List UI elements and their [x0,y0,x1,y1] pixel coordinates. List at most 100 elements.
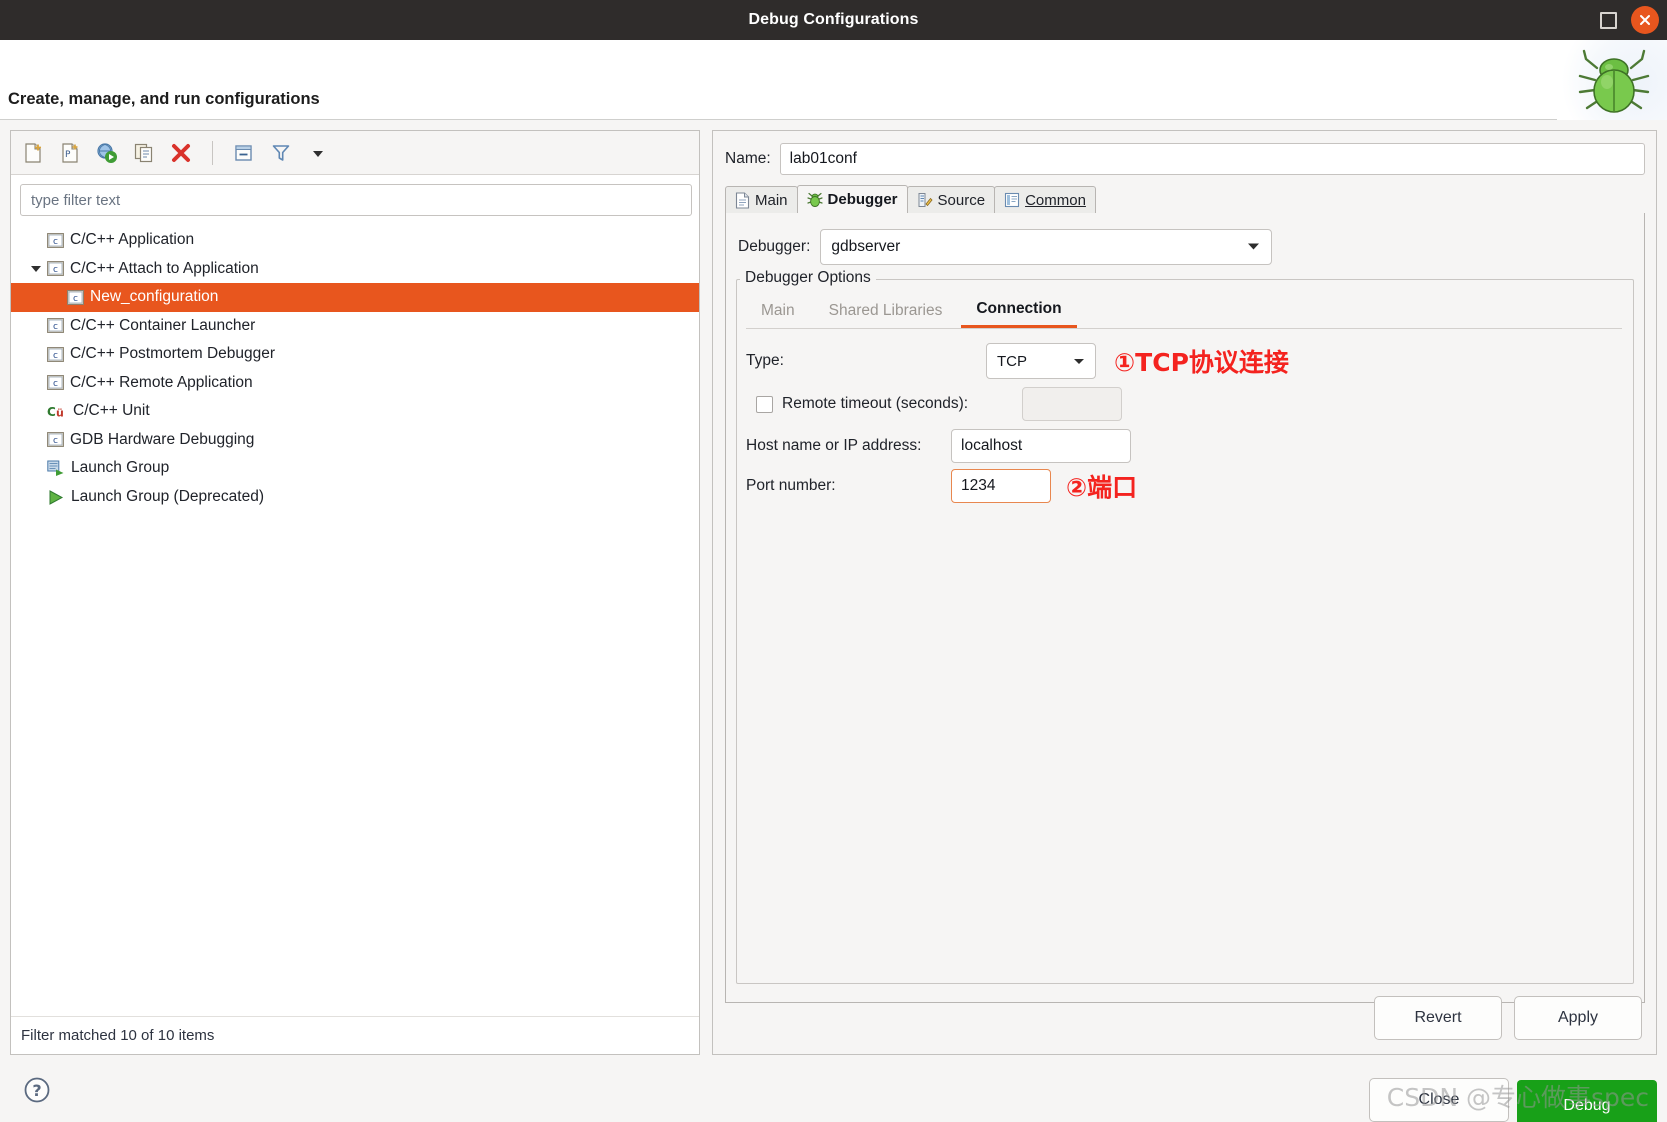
chevron-down-icon [1073,353,1085,370]
annotation-tcp: ①TCP协议连接 [1114,348,1289,377]
host-input[interactable] [951,429,1131,463]
dialog-content: P type filter text c C/C++ Application c… [0,121,1667,1061]
tab-common[interactable]: Common [994,186,1096,213]
debug-button[interactable]: Debug [1517,1080,1657,1122]
svg-text:P: P [65,150,71,160]
header-decoration [1557,40,1667,120]
common-icon [1005,192,1020,208]
tab-source[interactable]: Source [906,186,996,213]
inner-tab-shared-libraries-label: Shared Libraries [828,301,943,319]
tree-item[interactable]: c New_configuration [11,283,699,312]
duplicate-configuration-icon[interactable] [131,140,157,166]
port-label: Port number: [746,477,836,494]
footer-buttons: Close Debug [1369,1068,1657,1122]
svg-text:c: c [53,322,58,332]
debugger-options-group: Debugger Options Main Shared Libraries C… [736,269,1634,984]
new-configuration-icon[interactable] [20,140,46,166]
tree-item[interactable]: Cü C/C++ Unit [11,397,699,426]
revert-button[interactable]: Revert [1374,996,1502,1040]
tree-item[interactable]: c C/C++ Container Launcher [11,312,699,341]
debugger-select[interactable]: gdbserver [820,229,1273,265]
c-config-icon: c [47,232,64,248]
configuration-editor-panel: Name: Main [712,130,1657,1055]
group-frame [736,279,1634,984]
tab-debugger-label: Debugger [827,191,898,208]
inner-tab-connection-label: Connection [976,300,1062,317]
tab-common-label: Common [1025,191,1086,209]
tree-item[interactable]: c C/C++ Application [11,226,699,255]
close-button[interactable]: Close [1369,1078,1509,1122]
remote-timeout-row: Remote timeout (seconds): [756,387,1122,421]
svg-text:?: ? [32,1081,41,1100]
debugger-label: Debugger: [738,238,811,255]
maximize-icon[interactable] [1600,11,1617,29]
inner-tab-main[interactable]: Main [746,293,810,328]
svg-text:ü: ü [56,406,64,419]
tree-item-label: C/C++ Container Launcher [70,316,256,334]
chevron-down-icon[interactable] [29,262,43,276]
c-config-icon: c [47,375,64,391]
tab-source-label: Source [937,191,986,209]
tab-main-label: Main [755,191,788,209]
debugger-options-legend: Debugger Options [740,269,876,287]
name-input[interactable] [779,143,1645,175]
tree-item-label: C/C++ Attach to Application [70,259,259,277]
window-title: Debug Configurations [748,11,919,28]
window-controls [1600,0,1659,40]
help-icon[interactable]: ? [22,1075,52,1105]
view-menu-icon[interactable] [305,140,331,166]
c-config-icon: c [67,289,84,305]
new-prototype-icon[interactable]: P [57,140,83,166]
launch-group-deprecated-icon [47,489,65,505]
tree-item[interactable]: c C/C++ Attach to Application [11,255,699,284]
source-icon [918,192,933,207]
inner-tab-shared-libraries[interactable]: Shared Libraries [814,293,958,328]
type-select[interactable]: TCP [986,343,1096,379]
svg-text:c: c [73,294,78,304]
host-label: Host name or IP address: [746,437,922,454]
collapse-all-icon[interactable] [231,140,257,166]
title-bar: Debug Configurations [0,0,1667,40]
configurations-panel: P type filter text c C/C++ Application c… [10,130,700,1055]
tree-item[interactable]: Launch Group (Deprecated) [11,483,699,512]
apply-button[interactable]: Apply [1514,996,1642,1040]
bug-small-icon [806,192,823,207]
debugger-select-value: gdbserver [831,238,901,255]
tree-item[interactable]: c GDB Hardware Debugging [11,426,699,455]
remote-timeout-input[interactable] [1022,387,1122,421]
remote-timeout-checkbox[interactable] [756,395,773,413]
tree-item[interactable]: c C/C++ Remote Application [11,369,699,398]
tree-item-label: Launch Group [71,459,170,477]
debug-configurations-dialog: Debug Configurations Create, manage, and… [0,0,1667,1122]
toolbar-separator [212,140,213,165]
tree-item-label: New_configuration [90,288,219,306]
debugger-select-row: Debugger: gdbserver [738,229,1273,265]
search-input[interactable] [20,184,692,216]
inner-tab-connection[interactable]: Connection [961,293,1077,328]
svg-text:c: c [53,379,58,389]
connection-tabstrip: Main Shared Libraries Connection [746,293,1622,329]
cunit-icon: Cü [47,404,67,419]
name-label: Name: [725,150,771,167]
port-row: Port number: [746,469,1051,503]
filter-icon[interactable] [268,140,294,166]
close-icon[interactable] [1631,6,1659,34]
tree-item[interactable]: c C/C++ Postmortem Debugger [11,340,699,369]
export-configuration-icon[interactable] [94,140,120,166]
inner-tab-main-label: Main [761,301,795,319]
tree-item-label: Launch Group (Deprecated) [71,487,265,505]
tree-item[interactable]: Launch Group [11,454,699,483]
c-config-icon: c [47,261,64,277]
tab-debugger[interactable]: Debugger [796,185,908,213]
svg-text:c: c [53,436,58,446]
delete-configuration-icon[interactable] [168,140,194,166]
svg-text:c: c [53,237,58,247]
tab-main[interactable]: Main [725,186,798,213]
bug-icon [1578,49,1650,113]
port-input[interactable] [951,469,1051,503]
remote-timeout-label: Remote timeout (seconds): [782,395,969,412]
host-row: Host name or IP address: [746,429,1131,463]
page-title: Create, manage, and run configurations [8,90,320,108]
chevron-down-icon [1247,238,1260,256]
configurations-tree[interactable]: c C/C++ Application c C/C++ Attach to Appli… [11,226,699,1021]
